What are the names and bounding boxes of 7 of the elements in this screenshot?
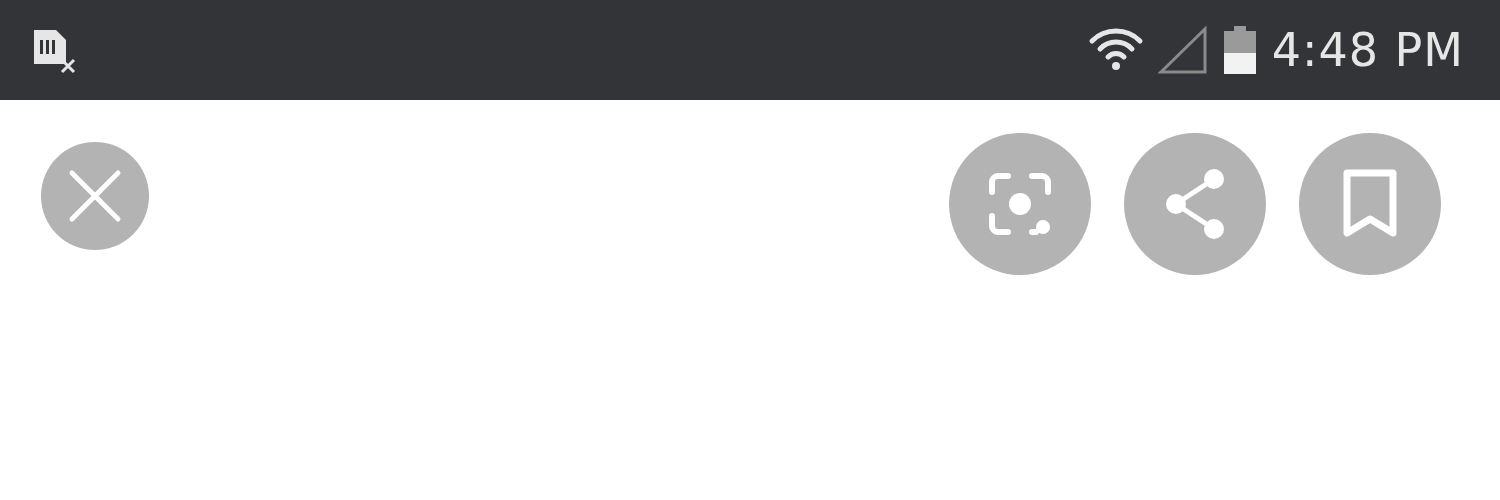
bookmark-icon <box>1342 169 1398 239</box>
close-icon <box>68 169 122 223</box>
signal-icon <box>1157 26 1208 74</box>
clock-time: 4:48 PM <box>1271 23 1464 77</box>
scan-icon <box>986 170 1054 238</box>
battery-icon <box>1221 25 1258 75</box>
wifi-icon <box>1087 27 1144 73</box>
